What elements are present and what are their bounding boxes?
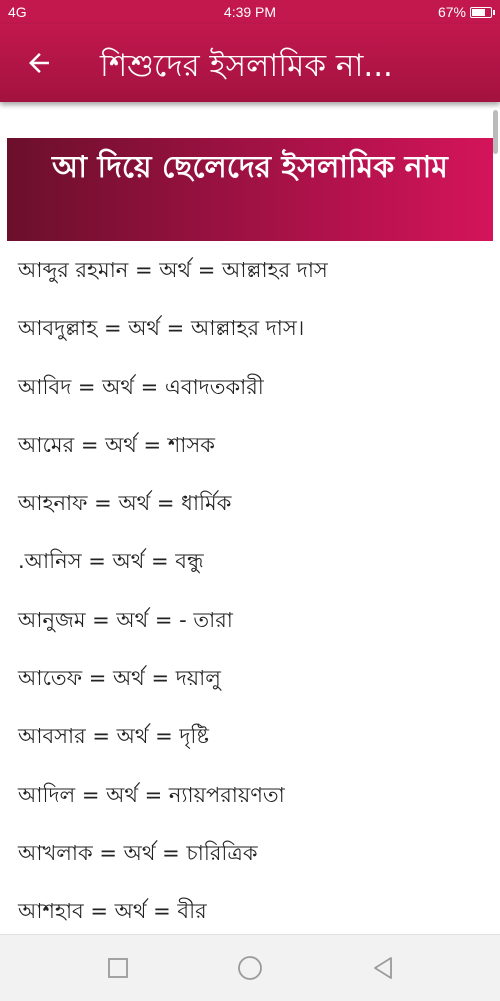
arrow-left-icon[interactable] <box>24 48 54 78</box>
square-icon[interactable] <box>105 955 131 981</box>
list-item: আহনাফ = অর্থ = ধার্মিক <box>18 491 232 516</box>
list-item: আবিদ = অর্থ = এবাদতকারী <box>18 374 264 399</box>
battery-fill <box>472 8 486 16</box>
list-item: আনুজম = অর্থ = - তারা <box>18 607 233 632</box>
battery-percent: 67% <box>437 4 466 20</box>
content-scroll-area[interactable]: আ দিয়ে ছেলেদের ইসলামিক নাম আব্দুর রহমান… <box>0 102 500 934</box>
list-item: আমের = অর্থ = শাসক <box>18 432 215 457</box>
app-bar: শিশুদের ইসলামিক না... <box>0 24 500 102</box>
list-item: আখলাক = অর্থ = চারিত্রিক <box>18 840 258 865</box>
list-item: আদিল = অর্থ = ন্যায়পরায়ণতা <box>18 782 285 807</box>
navigation-bar <box>0 934 500 1001</box>
battery-status: 67% <box>437 4 495 20</box>
list-item: আশহাব = অর্থ = বীর <box>18 899 207 924</box>
list-item: আব্দুর রহমান = অর্থ = আল্লাহর দাস <box>18 258 328 282</box>
name-list: আব্দুর রহমান = অর্থ = আল্লাহর দাস আবদুল্… <box>18 245 500 934</box>
list-item: .আনিস = অর্থ = বন্ধু <box>18 549 204 574</box>
status-time: 4:39 PM <box>223 4 277 20</box>
status-bar: 4G 4:39 PM 67% <box>0 0 500 24</box>
list-item: আবদুল্লাহ = অর্থ = আল্লাহর দাস। <box>18 316 305 341</box>
battery-icon <box>470 6 495 18</box>
section-title: আ দিয়ে ছেলেদের ইসলামিক নাম <box>7 138 493 241</box>
triangle-back-icon[interactable] <box>370 955 396 981</box>
circle-icon[interactable] <box>237 955 263 981</box>
list-item: আতেফ = অর্থ = দয়ালু <box>18 666 221 691</box>
scrollbar-thumb[interactable] <box>493 110 498 154</box>
list-item: আবসার = অর্থ = দৃষ্টি <box>18 724 210 749</box>
page-title: শিশুদের ইসলামিক না... <box>100 48 393 84</box>
